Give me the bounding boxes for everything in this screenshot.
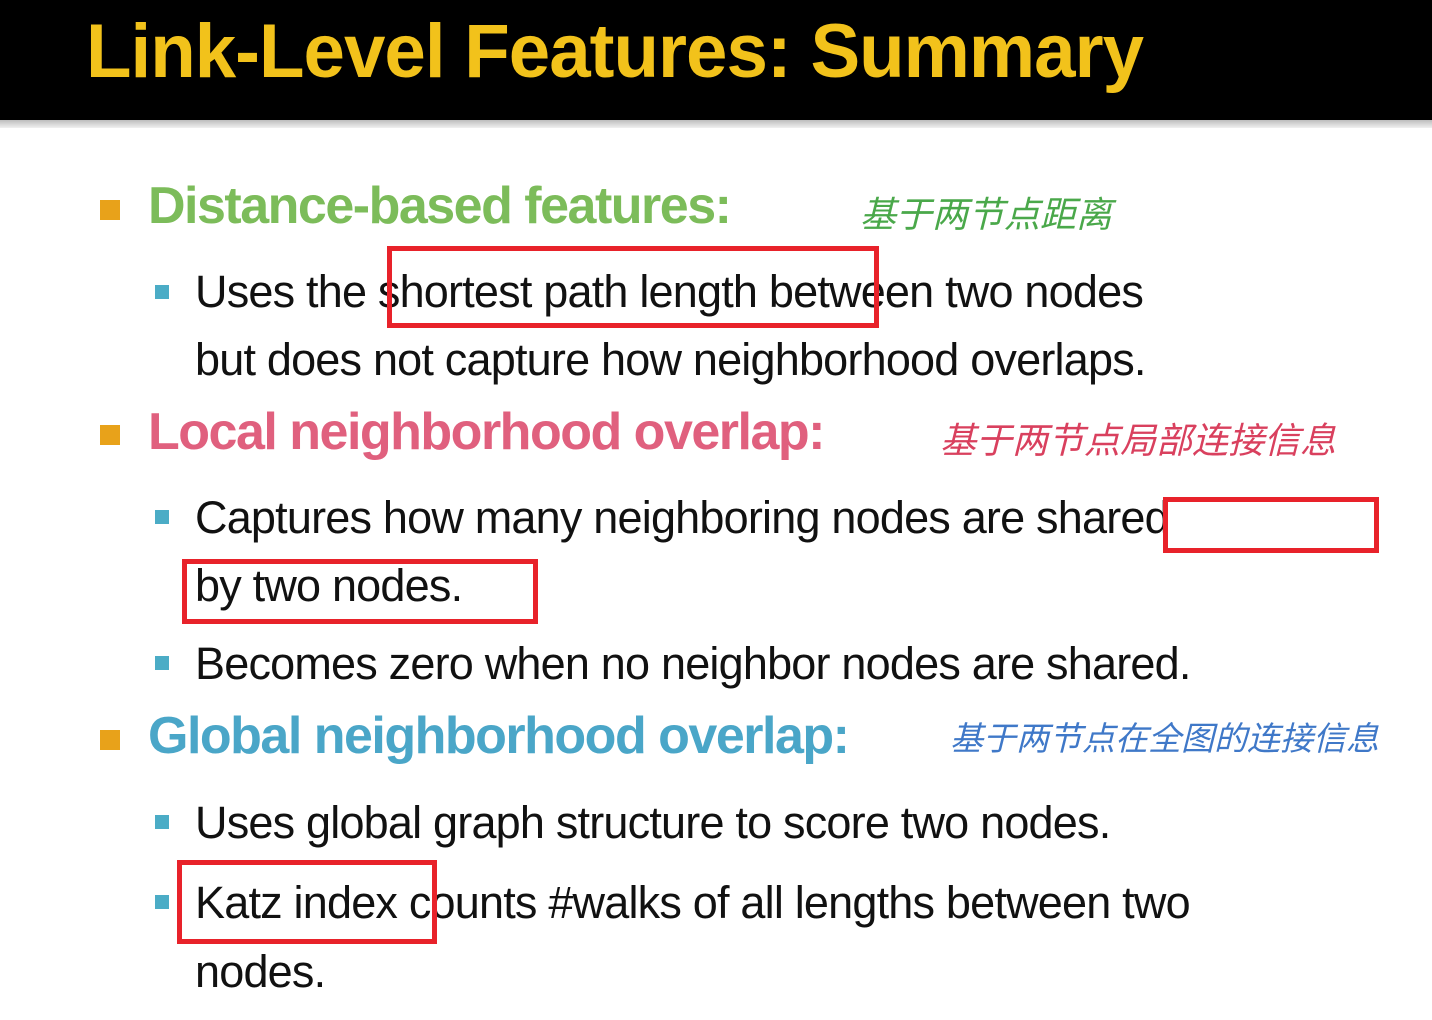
highlight-box-katz-index	[177, 860, 437, 944]
title-divider	[0, 120, 1432, 128]
bullet-text: nodes.	[195, 946, 326, 997]
sub-bullet-icon	[155, 815, 169, 829]
note-local: 基于两节点局部连接信息	[940, 421, 1337, 462]
sub-bullet-icon	[155, 510, 169, 524]
note-global: 基于两节点在全图的连接信息	[950, 719, 1379, 758]
highlight-box-shortest-path	[387, 246, 879, 328]
bullet-text: Uses global graph structure to score two…	[195, 797, 1111, 848]
slide-title: Link-Level Features: Summary	[86, 9, 1144, 94]
sub-bullet-icon	[155, 285, 169, 299]
heading-local: Local neighborhood overlap:	[148, 403, 825, 461]
heading-global: Global neighborhood overlap:	[148, 707, 850, 765]
title-bar: Link-Level Features: Summary	[0, 0, 1432, 120]
note-distance: 基于两节点距离	[860, 195, 1113, 236]
bullet-text: Becomes zero when no neighbor nodes are …	[195, 638, 1191, 689]
sub-bullet-icon	[155, 895, 169, 909]
sub-bullet-icon	[155, 656, 169, 670]
bullet-text: Captures how many neighboring nodes are …	[195, 492, 1170, 543]
highlight-box-shared	[1163, 497, 1379, 553]
highlight-box-by-two-nodes	[182, 559, 538, 624]
bullet-icon	[100, 425, 120, 445]
bullet-icon	[100, 200, 120, 220]
bullet-text: but does not capture how neighborhood ov…	[195, 334, 1146, 385]
bullet-icon	[100, 730, 120, 750]
heading-distance: Distance-based features:	[148, 177, 732, 235]
